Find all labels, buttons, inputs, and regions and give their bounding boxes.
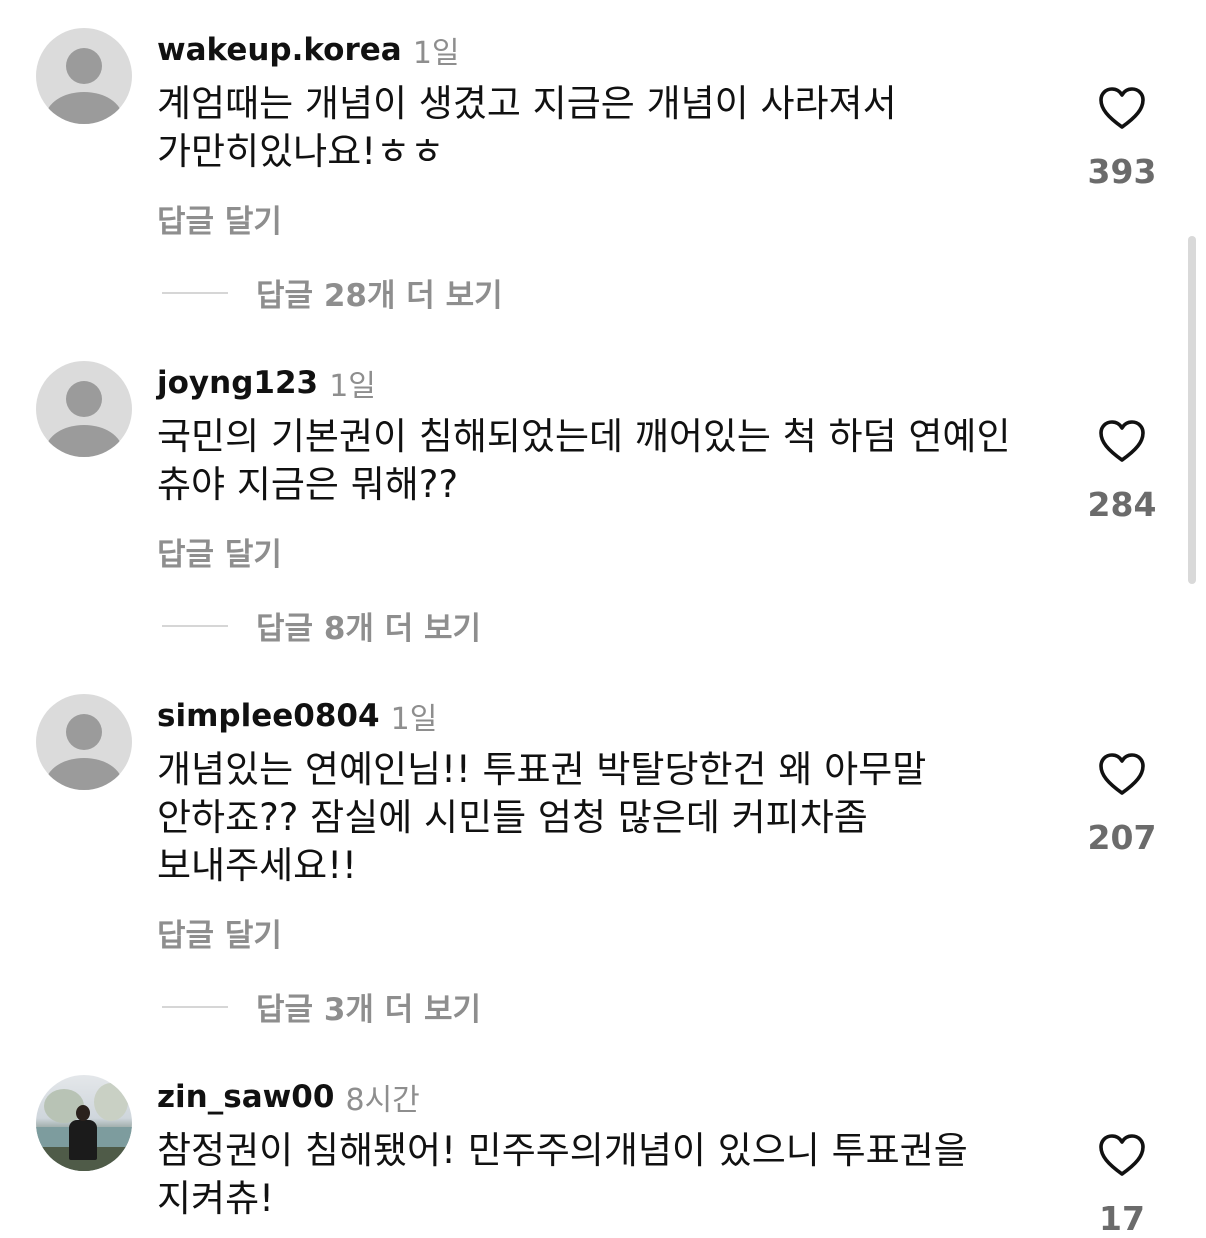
reply-button[interactable]: 답글 달기 (157, 529, 282, 574)
comment-text: 국민의 기본권이 침해되었는데 깨어있는 척 하덤 연예인 츄야 지금은 뭐해?… (157, 415, 1011, 506)
replies-divider (162, 624, 228, 627)
like-count: 207 (1087, 818, 1157, 857)
user-avatar-photo[interactable] (36, 1075, 132, 1171)
username[interactable]: joyng123 (157, 365, 318, 401)
like-count: 393 (1087, 152, 1157, 191)
heart-outline-icon[interactable] (1098, 86, 1146, 130)
comment-text: 계엄때는 개념이 생겼고 지금은 개념이 사라져서 가만히있나요!ㅎㅎ (157, 82, 897, 173)
comment-list: wakeup.korea 1일 계엄때는 개념이 생겼고 지금은 개념이 사라져… (0, 0, 1206, 1238)
comment-meta: zin_saw00 8시간 (157, 1075, 420, 1118)
like-count: 284 (1087, 485, 1157, 524)
comment-time: 1일 (390, 702, 438, 737)
replies-divider (162, 291, 228, 294)
avatar-photo-tree (94, 1083, 128, 1121)
view-replies-button[interactable]: 답글 28개 더 보기 (162, 270, 503, 314)
username[interactable]: zin_saw00 (157, 1079, 334, 1115)
heart-outline-icon[interactable] (1098, 419, 1146, 463)
default-avatar-icon-body (46, 92, 122, 124)
username[interactable]: simplee0804 (157, 698, 380, 734)
default-avatar-icon-body (46, 758, 122, 790)
view-replies-label: 답글 8개 더 보기 (256, 611, 482, 647)
comment-time: 8시간 (345, 1083, 420, 1118)
like-count: 17 (1099, 1199, 1145, 1238)
comment-time: 1일 (412, 36, 460, 71)
comment-meta: joyng123 1일 (157, 361, 376, 404)
comment-meta: wakeup.korea 1일 (157, 28, 460, 71)
heart-outline-icon[interactable] (1098, 752, 1146, 796)
comment-text: 개념있는 연예인님!! 투표권 박탈당한건 왜 아무말 안하죠?? 잠실에 시민… (157, 748, 927, 887)
view-replies-label: 답글 3개 더 보기 (256, 992, 482, 1028)
avatar-photo-person (69, 1120, 97, 1160)
view-replies-label: 답글 28개 더 보기 (256, 278, 503, 314)
avatar-photo-person-head (76, 1105, 90, 1121)
reply-button[interactable]: 답글 달기 (157, 196, 282, 241)
default-avatar-icon-body (46, 425, 122, 457)
comment-meta: simplee0804 1일 (157, 694, 438, 737)
comment-text: 참정권이 침해됐어! 민주주의개념이 있으니 투표권을 지켜츄! (157, 1129, 968, 1220)
user-avatar[interactable] (36, 361, 132, 457)
default-avatar-icon (66, 714, 102, 750)
like-control: 393 (1082, 86, 1162, 191)
username[interactable]: wakeup.korea (157, 32, 402, 68)
like-control: 207 (1082, 752, 1162, 857)
replies-divider (162, 1005, 228, 1008)
comment-time: 1일 (329, 369, 376, 404)
reply-button[interactable]: 답글 달기 (157, 910, 282, 955)
like-control: 284 (1082, 419, 1162, 524)
user-avatar[interactable] (36, 28, 132, 124)
view-replies-button[interactable]: 답글 3개 더 보기 (162, 984, 481, 1028)
default-avatar-icon (66, 48, 102, 84)
heart-outline-icon[interactable] (1098, 1133, 1146, 1177)
like-control: 17 (1082, 1133, 1162, 1238)
default-avatar-icon (66, 381, 102, 417)
user-avatar[interactable] (36, 694, 132, 790)
view-replies-button[interactable]: 답글 8개 더 보기 (162, 603, 481, 647)
scrollbar[interactable] (1188, 236, 1196, 584)
